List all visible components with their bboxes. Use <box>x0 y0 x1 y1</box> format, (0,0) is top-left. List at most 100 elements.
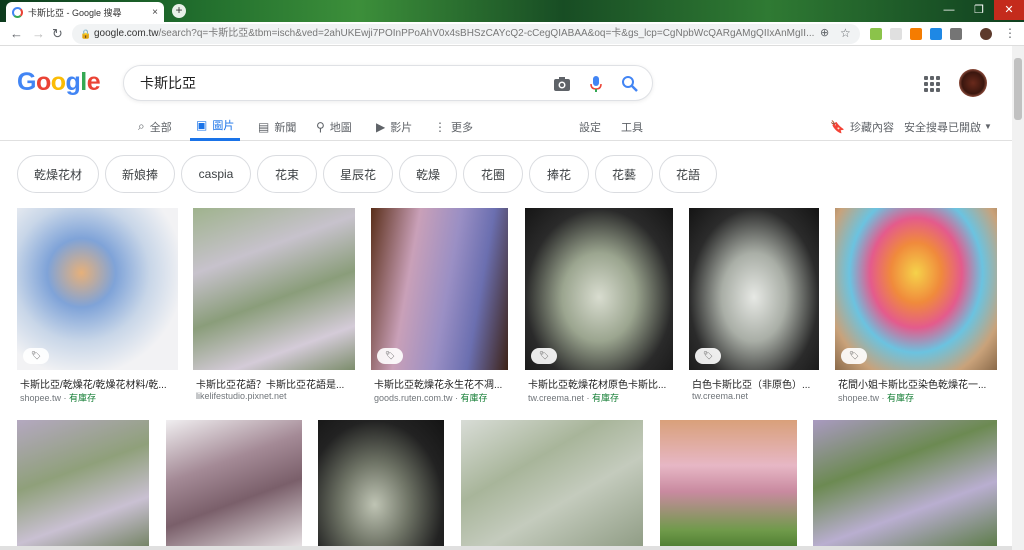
minimize-button[interactable]: — <box>934 0 964 20</box>
address-toolbar: ← → ↻ 🔒 google.com.tw/search?q=卡斯比亞&tbm=… <box>0 22 1024 46</box>
result-title[interactable]: 卡斯比亞乾燥花永生花不凋... <box>374 376 509 391</box>
google-header: Google ⌕全部 ▣圖片 ▤新聞 ⚲地圖 ▶影片 ⋮更多 設定 工具 🔖珍藏… <box>0 46 1012 141</box>
extension-icon[interactable] <box>890 28 902 40</box>
related-chips: 乾燥花材 新娘捧 caspia 花束 星辰花 乾燥 花圈 捧花 花藝 花語 <box>0 155 1012 195</box>
image-icon: ▣ <box>196 118 208 132</box>
search-icon[interactable] <box>620 74 640 94</box>
chip[interactable]: 乾燥 <box>399 155 457 193</box>
shopping-tag-icon: 🏷 <box>377 348 403 364</box>
back-icon[interactable]: ← <box>10 26 23 41</box>
chip[interactable]: 新娘捧 <box>105 155 175 193</box>
browser-titlebar: 卡斯比亞 - Google 搜尋 × + — ❐ ✕ <box>0 0 1024 22</box>
url-host: google.com.tw <box>94 28 159 39</box>
url-bar[interactable]: 🔒 google.com.tw/search?q=卡斯比亞&tbm=isch&v… <box>72 24 860 44</box>
search-icon: ⌕ <box>138 119 145 133</box>
google-logo[interactable]: Google <box>17 68 101 97</box>
shopping-tag-icon: 🏷 <box>841 348 867 364</box>
image-result[interactable]: 🏷 花間小姐卡斯比亞染色乾燥花一... shopee.tw · 有庫存 <box>835 208 997 408</box>
camera-icon[interactable] <box>552 74 572 94</box>
result-thumbnail[interactable] <box>193 208 355 370</box>
tab-videos[interactable]: ▶ 影片 <box>376 112 412 141</box>
video-icon: ▶ <box>376 119 386 134</box>
image-result[interactable]: 卡斯比亞花語？卡斯比亞花語是... likelifestudio.pixnet.… <box>193 208 355 408</box>
browser-tab[interactable]: 卡斯比亞 - Google 搜尋 × <box>6 2 164 22</box>
url-path: /search?q=卡斯比亞&tbm=isch&ved=2ahUKEwji7PO… <box>158 28 815 39</box>
lock-icon: 🔒 <box>80 29 92 39</box>
maximize-button[interactable]: ❐ <box>964 0 994 20</box>
google-favicon-icon <box>12 6 23 18</box>
tab-more[interactable]: ⋮ 更多 <box>434 112 473 141</box>
image-result-thumbnail[interactable] <box>461 420 643 550</box>
bookmark-star-icon[interactable]: ☆ <box>840 26 851 40</box>
tools-link[interactable]: 工具 <box>621 112 643 141</box>
image-result[interactable]: 🏷 卡斯比亞乾燥花材原色卡斯比... tw.creema.net · 有庫存 <box>525 208 673 408</box>
result-title[interactable]: 卡斯比亞花語？卡斯比亞花語是... <box>196 376 356 391</box>
microphone-icon[interactable] <box>586 74 606 94</box>
new-tab-button[interactable]: + <box>172 4 186 18</box>
result-thumbnail[interactable]: 🏷 <box>17 208 178 370</box>
close-window-button[interactable]: ✕ <box>994 0 1024 20</box>
apps-grid-icon[interactable] <box>924 76 940 92</box>
scrollbar-thumb[interactable] <box>1014 58 1022 120</box>
image-result-thumbnail[interactable] <box>318 420 444 550</box>
profile-icon[interactable] <box>980 28 992 40</box>
result-title[interactable]: 卡斯比亞/乾燥花/乾燥花材料/乾... <box>20 376 178 391</box>
result-title[interactable]: 卡斯比亞乾燥花材原色卡斯比... <box>528 376 674 391</box>
chip[interactable]: 花語 <box>659 155 717 193</box>
bookmark-icon: 🔖 <box>830 119 845 134</box>
shopping-tag-icon: 🏷 <box>23 348 49 364</box>
reload-icon[interactable]: ↻ <box>52 26 63 42</box>
image-result-thumbnail[interactable] <box>660 420 797 550</box>
saved-link[interactable]: 🔖 珍藏內容 <box>830 112 894 141</box>
chip[interactable]: 星辰花 <box>323 155 393 193</box>
image-result-thumbnail[interactable] <box>17 420 149 550</box>
shopping-tag-icon: 🏷 <box>531 348 557 364</box>
result-source: shopee.tw · 有庫存 <box>838 393 915 403</box>
tab-maps[interactable]: ⚲ 地圖 <box>316 112 352 141</box>
image-result-thumbnail[interactable] <box>166 420 302 550</box>
search-input[interactable] <box>140 73 540 93</box>
forward-icon[interactable]: → <box>32 26 45 41</box>
safesearch-toggle[interactable]: 安全搜尋已開啟 ▼ <box>904 112 992 141</box>
result-title[interactable]: 白色卡斯比亞（非原色）... <box>692 376 820 391</box>
page-scrollbar[interactable] <box>1012 46 1024 550</box>
result-source: tw.creema.net · 有庫存 <box>528 393 620 403</box>
tab-close-icon[interactable]: × <box>152 7 158 18</box>
image-result[interactable]: 🏷 白色卡斯比亞（非原色）... tw.creema.net <box>689 208 819 408</box>
result-source: likelifestudio.pixnet.net <box>196 391 287 401</box>
chip[interactable]: 花束 <box>257 155 317 193</box>
cloud-icon[interactable] <box>930 28 942 40</box>
bottom-edge <box>0 546 1012 550</box>
settings-link[interactable]: 設定 <box>579 112 601 141</box>
chip[interactable]: 乾燥花材 <box>17 155 99 193</box>
tab-images[interactable]: ▣ 圖片 <box>190 112 241 141</box>
avatar[interactable] <box>959 69 987 97</box>
chip[interactable]: caspia <box>181 155 251 193</box>
news-icon: ▤ <box>258 119 270 134</box>
rss-icon[interactable] <box>910 28 922 40</box>
map-pin-icon: ⚲ <box>316 119 325 134</box>
menu-kebab-icon[interactable]: ⋮ <box>1004 26 1016 40</box>
tab-title: 卡斯比亞 - Google 搜尋 <box>28 7 122 18</box>
image-result[interactable]: 🏷 卡斯比亞/乾燥花/乾燥花材料/乾... shopee.tw · 有庫存 <box>17 208 178 408</box>
result-source: goods.ruten.com.tw · 有庫存 <box>374 393 488 403</box>
extension-check-icon[interactable] <box>870 28 882 40</box>
chip[interactable]: 花藝 <box>595 155 653 193</box>
image-result-thumbnail[interactable] <box>813 420 997 550</box>
result-thumbnail[interactable]: 🏷 <box>525 208 673 370</box>
image-result[interactable]: 🏷 卡斯比亞乾燥花永生花不凋... goods.ruten.com.tw · 有… <box>371 208 508 408</box>
result-title[interactable]: 花間小姐卡斯比亞染色乾燥花一... <box>838 376 998 391</box>
extension-box-icon[interactable] <box>950 28 962 40</box>
search-box[interactable] <box>123 65 653 101</box>
tab-news[interactable]: ▤ 新聞 <box>258 112 296 141</box>
chip[interactable]: 捧花 <box>529 155 589 193</box>
result-source: shopee.tw · 有庫存 <box>20 393 97 403</box>
dropdown-arrow-icon: ▼ <box>984 122 992 131</box>
tab-all[interactable]: ⌕ 全部 <box>138 112 172 141</box>
result-thumbnail[interactable]: 🏷 <box>835 208 997 370</box>
result-thumbnail[interactable]: 🏷 <box>371 208 508 370</box>
zoom-icon[interactable]: ⊕ <box>820 26 829 39</box>
result-thumbnail[interactable]: 🏷 <box>689 208 819 370</box>
more-icon: ⋮ <box>434 119 446 134</box>
chip[interactable]: 花圈 <box>463 155 523 193</box>
